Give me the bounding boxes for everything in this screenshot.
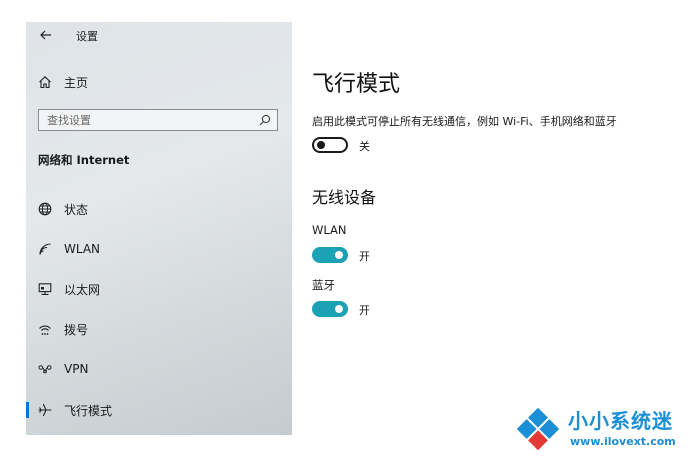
section-title: 网络和 Internet xyxy=(38,153,130,167)
toggle-knob xyxy=(335,305,343,313)
watermark: 小小系统迷 www.ilovext.com xyxy=(510,397,700,458)
search-box[interactable] xyxy=(38,109,278,131)
sidebar-item-ethernet[interactable]: 以太网 xyxy=(26,275,292,303)
title-bar: 设置 xyxy=(26,22,292,48)
search-icon[interactable] xyxy=(259,114,271,126)
bluetooth-toggle[interactable] xyxy=(312,301,348,317)
sidebar-item-label: 主页 xyxy=(64,75,89,90)
main-content: 飞行模式 启用此模式可停止所有无线通信，例如 Wi-Fi、手机网络和蓝牙 关 无… xyxy=(292,22,675,435)
sidebar-item-airplane-mode[interactable]: 飞行模式 xyxy=(26,396,292,424)
wireless-devices-title: 无线设备 xyxy=(312,188,377,207)
wlan-state: 开 xyxy=(359,250,370,263)
ethernet-icon xyxy=(37,281,53,297)
wlan-toggle[interactable] xyxy=(312,247,348,263)
toggle-knob xyxy=(317,141,325,149)
back-arrow-icon xyxy=(40,30,51,40)
dialup-icon xyxy=(37,321,53,337)
airplane-icon xyxy=(37,402,53,418)
sidebar-item-label: 状态 xyxy=(64,202,89,217)
wlan-label: WLAN xyxy=(312,223,347,237)
sidebar-item-label: 以太网 xyxy=(64,282,101,297)
wifi-icon xyxy=(37,241,53,257)
search-input[interactable] xyxy=(39,110,259,130)
windows-logo-icon xyxy=(516,407,560,451)
sidebar-item-home[interactable]: 主页 xyxy=(26,68,292,96)
sidebar-item-label: WLAN xyxy=(64,242,101,256)
home-icon xyxy=(37,74,53,90)
sidebar-item-status[interactable]: 状态 xyxy=(26,195,292,223)
vpn-icon xyxy=(37,361,53,377)
airplane-mode-toggle[interactable] xyxy=(312,137,348,153)
sidebar-item-vpn[interactable]: VPN xyxy=(26,355,292,383)
airplane-mode-description: 启用此模式可停止所有无线通信，例如 Wi-Fi、手机网络和蓝牙 xyxy=(312,115,617,128)
back-button[interactable] xyxy=(36,25,56,45)
watermark-url: www.ilovext.com xyxy=(570,435,676,448)
bluetooth-state: 开 xyxy=(359,304,370,317)
sidebar-item-label: 拨号 xyxy=(64,322,89,337)
airplane-mode-state: 关 xyxy=(359,140,370,153)
watermark-name: 小小系统迷 xyxy=(568,409,673,433)
settings-window: 设置 主页 网络和 Internet xyxy=(26,22,675,435)
sidebar-item-wlan[interactable]: WLAN xyxy=(26,235,292,263)
sidebar-item-dialup[interactable]: 拨号 xyxy=(26,315,292,343)
sidebar-item-label: 飞行模式 xyxy=(64,403,113,418)
toggle-knob xyxy=(335,251,343,259)
globe-icon xyxy=(37,201,53,217)
bluetooth-label: 蓝牙 xyxy=(312,278,335,292)
app-title: 设置 xyxy=(76,30,98,43)
page-title: 飞行模式 xyxy=(312,72,401,97)
sidebar: 设置 主页 网络和 Internet xyxy=(26,22,292,435)
sidebar-item-label: VPN xyxy=(64,362,89,376)
